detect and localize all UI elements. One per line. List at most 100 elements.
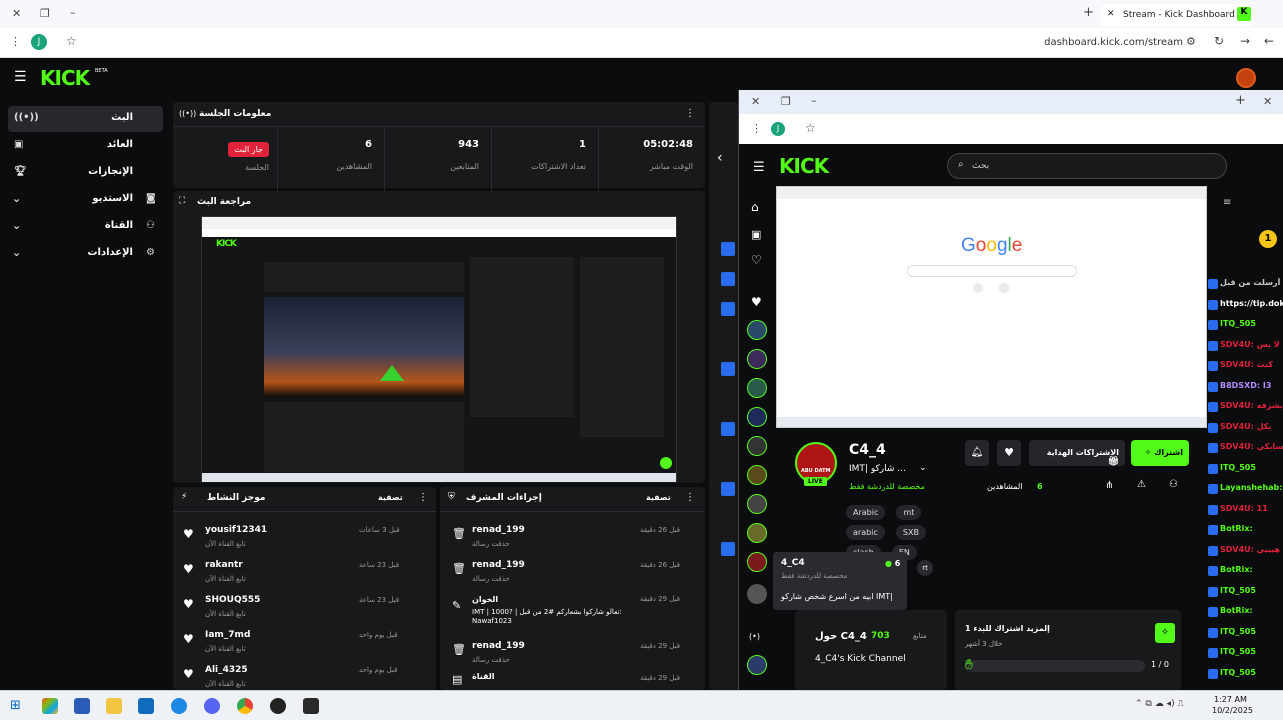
following-icon[interactable]: ♡ [751, 253, 762, 267]
subscribe-button[interactable]: اشتراك ✧ [1131, 440, 1189, 466]
chat-username[interactable]: ITQ_505 [1220, 668, 1256, 677]
tab-close-icon[interactable]: ✕ [1263, 95, 1272, 108]
chat-username[interactable]: ITQ_505 [1220, 586, 1256, 595]
tag-chip[interactable]: arabic [846, 525, 885, 540]
more-options-icon[interactable]: ⋮ [685, 108, 695, 119]
clock-time[interactable]: 1:27 AM [1214, 695, 1247, 704]
epic-games-icon[interactable] [303, 698, 319, 714]
user-avatar[interactable] [1236, 68, 1256, 88]
more-tags-icon[interactable]: rt [917, 560, 933, 576]
new-tab-icon[interactable]: + [1083, 5, 1094, 20]
star-icon[interactable]: ✧ [1155, 623, 1175, 643]
chat-username[interactable]: SDV4U: بكل [1220, 422, 1271, 431]
minimize-window-icon[interactable]: – [70, 6, 76, 19]
search-input[interactable]: ⌕ بحث [947, 153, 1227, 179]
sidebar-item-achievements[interactable]: 🏆︎ الإنجازات [8, 160, 163, 186]
avatar[interactable] [747, 320, 767, 340]
stream-video-player[interactable]: Google [776, 186, 1207, 428]
chat-toggle-icon[interactable]: ≡ [1223, 197, 1231, 208]
menu-dots-icon[interactable]: ⋮ [751, 122, 762, 135]
windows-start-icon[interactable]: ⊞ [10, 698, 21, 713]
chat-username[interactable]: https://tip.dok [1220, 299, 1283, 308]
clock-date[interactable]: 10/2/2025 [1212, 706, 1253, 715]
new-tab-icon[interactable]: + [1235, 93, 1246, 108]
chat-username[interactable]: BotRix: [1220, 524, 1253, 533]
hamburger-menu-icon[interactable]: ☰ [753, 160, 765, 175]
chat-username[interactable]: Layanshehab: [1220, 483, 1282, 492]
forward-icon[interactable]: → [1240, 34, 1250, 48]
store-icon[interactable] [74, 698, 90, 714]
avatar[interactable] [747, 407, 767, 427]
streamer-name[interactable]: C4_4 [849, 442, 886, 458]
chrome-icon[interactable] [237, 698, 253, 714]
avatar[interactable] [747, 494, 767, 514]
sidebar-item-revenue[interactable]: ▣ العائد [8, 133, 163, 159]
mod-user[interactable]: renad_199 [472, 641, 525, 651]
url-text[interactable]: dashboard.kick.com/stream [1044, 37, 1183, 48]
gift-subs-button[interactable]: الاشتراكات الهداية 🎁︎ [1029, 440, 1125, 467]
chevron-left-icon[interactable]: ‹ [717, 150, 723, 166]
profile-icon[interactable]: J [771, 122, 785, 136]
sidebar-item-channel[interactable]: ⌄ ⚇ القناة [8, 214, 163, 240]
avatar[interactable] [747, 436, 767, 456]
avatar[interactable] [747, 378, 767, 398]
restore-window-icon[interactable]: ❐ [40, 7, 50, 20]
chat-username[interactable]: ITQ_505 [1220, 627, 1256, 636]
back-icon[interactable]: ← [1264, 34, 1274, 48]
bookmark-star-icon[interactable]: ☆ [805, 121, 816, 135]
avatar[interactable] [747, 584, 767, 604]
chat-username[interactable]: SDV4U: هيييي [1220, 545, 1280, 554]
chat-username[interactable]: SDV4U: لا بس [1220, 340, 1280, 349]
tab-close-icon[interactable]: ✕ [1107, 9, 1115, 19]
restore-window-icon[interactable]: ❐ [781, 95, 791, 108]
avatar[interactable] [747, 465, 767, 485]
mod-user[interactable]: الخوان [472, 595, 498, 604]
bell-icon[interactable]: 🔔︎ [965, 440, 989, 466]
minimize-window-icon[interactable]: – [811, 94, 817, 107]
file-explorer-icon[interactable] [106, 698, 122, 714]
tag-chip[interactable]: mt [896, 505, 922, 520]
chat-username[interactable]: SDV4U: بشرفه [1220, 401, 1283, 410]
close-window-icon[interactable]: ✕ [751, 95, 760, 108]
home-icon[interactable]: ⌂ [751, 200, 759, 214]
tag-chip[interactable]: Arabic [846, 505, 886, 520]
mod-user[interactable]: renad_199 [472, 560, 525, 570]
activity-user[interactable]: Iam_7md [205, 630, 250, 640]
avatar[interactable] [747, 655, 767, 675]
sidebar-item-studio[interactable]: ⌄ ◙ الاستديو [8, 187, 163, 213]
avatar[interactable] [747, 523, 767, 543]
outlook-icon[interactable] [138, 698, 154, 714]
chat-username[interactable]: B8DSXD: I3 [1220, 381, 1271, 390]
browser-tab[interactable]: ✕ Stream - Kick Dashboard K [1101, 4, 1251, 26]
system-tray-icons[interactable]: ⌃ ⧉ ☁ ◂) ⎍ [1135, 699, 1184, 709]
broadcast-icon[interactable]: (•) [749, 632, 760, 641]
chat-username[interactable]: ITQ_505 [1220, 319, 1256, 328]
share-icon[interactable]: ⋔ [1105, 480, 1113, 491]
heart-icon[interactable]: ♥ [751, 295, 762, 309]
chat-username[interactable]: SDV4U: كنت [1220, 360, 1273, 369]
stream-preview-video[interactable]: KICK [201, 216, 677, 482]
activity-filter-button[interactable]: تصفية [378, 493, 403, 502]
sidebar-item-stream[interactable]: ((•)) البث [8, 106, 163, 132]
activity-user[interactable]: rakantr [205, 560, 243, 570]
edge-icon[interactable] [171, 698, 187, 714]
discord-icon[interactable] [204, 698, 220, 714]
avatar[interactable] [747, 552, 767, 572]
obs-icon[interactable] [270, 698, 286, 714]
more-options-icon[interactable]: ⋮ [418, 492, 428, 503]
tag-chip[interactable]: SXB [895, 525, 926, 540]
kick-logo[interactable]: KICK [779, 154, 829, 178]
hamburger-menu-icon[interactable]: ☰ [14, 69, 27, 85]
chevron-down-icon[interactable]: ⌄ [919, 463, 927, 473]
chat-username[interactable]: ITQ_505 [1220, 647, 1256, 656]
chat-username[interactable]: BotRix: [1220, 606, 1253, 615]
reload-icon[interactable]: ↻ [1214, 34, 1224, 48]
browse-icon[interactable]: ▣ [751, 228, 761, 241]
kick-logo[interactable]: KICK [40, 66, 90, 90]
avatar[interactable] [747, 349, 767, 369]
chat-username[interactable]: BotRix: [1220, 565, 1253, 574]
mod-user[interactable]: القناة [472, 672, 495, 681]
chat-username[interactable]: SDV4U: 11 [1220, 504, 1268, 513]
activity-user[interactable]: SHOUQ555 [205, 595, 260, 605]
chat-username[interactable]: SDV4U: حسابكي [1220, 442, 1283, 451]
